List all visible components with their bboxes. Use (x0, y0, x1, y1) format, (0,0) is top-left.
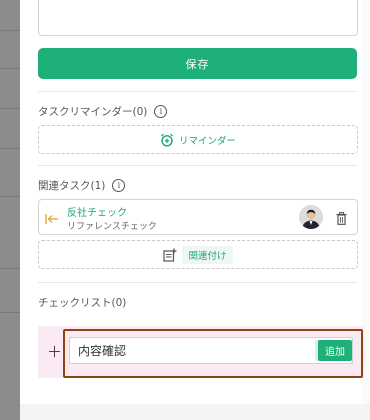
backdrop-line (0, 148, 20, 149)
related-task-subtitle: リファレンスチェック (67, 222, 157, 232)
checklist-item-input[interactable] (69, 337, 353, 364)
trash-icon[interactable] (336, 210, 347, 225)
reminder-section-title: タスクリマインダー(0) i (38, 104, 168, 119)
add-reminder-label: リマインダー (178, 135, 236, 147)
checklist-input-highlight: 追加 (63, 329, 363, 378)
related-title-text: 関連タスク(1) (38, 180, 106, 192)
add-reminder-button[interactable]: リマインダー (38, 125, 358, 154)
panel-footer (20, 404, 370, 420)
backdrop-line (0, 312, 20, 313)
info-icon[interactable]: i (154, 105, 168, 118)
plus-icon[interactable]: ＋ (47, 345, 62, 360)
link-task-button[interactable]: 関連付け (38, 240, 358, 269)
arrow-left-bar-icon (45, 210, 59, 224)
note-plus-icon (163, 248, 177, 262)
info-icon[interactable]: i (112, 179, 126, 192)
backdrop-line (0, 268, 20, 269)
backdrop-line (0, 68, 20, 69)
modal-backdrop (0, 0, 20, 420)
description-textarea[interactable] (38, 0, 358, 36)
divider (38, 282, 357, 283)
backdrop-line (0, 196, 20, 197)
alarm-plus-icon (160, 133, 174, 147)
related-section-title: 関連タスク(1) i (38, 178, 126, 193)
backdrop-line (0, 30, 20, 31)
save-button[interactable]: 保存 (38, 48, 357, 79)
reminder-title-text: タスクリマインダー(0) (38, 106, 148, 118)
avatar (299, 205, 323, 229)
checklist-section-title: チェックリスト(0) (38, 295, 126, 310)
divider (38, 165, 357, 166)
backdrop-line (0, 108, 20, 109)
link-task-label: 関連付け (182, 245, 233, 264)
checklist-add-button[interactable]: 追加 (318, 340, 352, 361)
related-task-card[interactable]: 反社チェック リファレンスチェック (38, 199, 358, 235)
checklist-title-text: チェックリスト(0) (38, 297, 127, 309)
divider (38, 91, 357, 92)
related-task-name[interactable]: 反社チェック (67, 204, 127, 219)
